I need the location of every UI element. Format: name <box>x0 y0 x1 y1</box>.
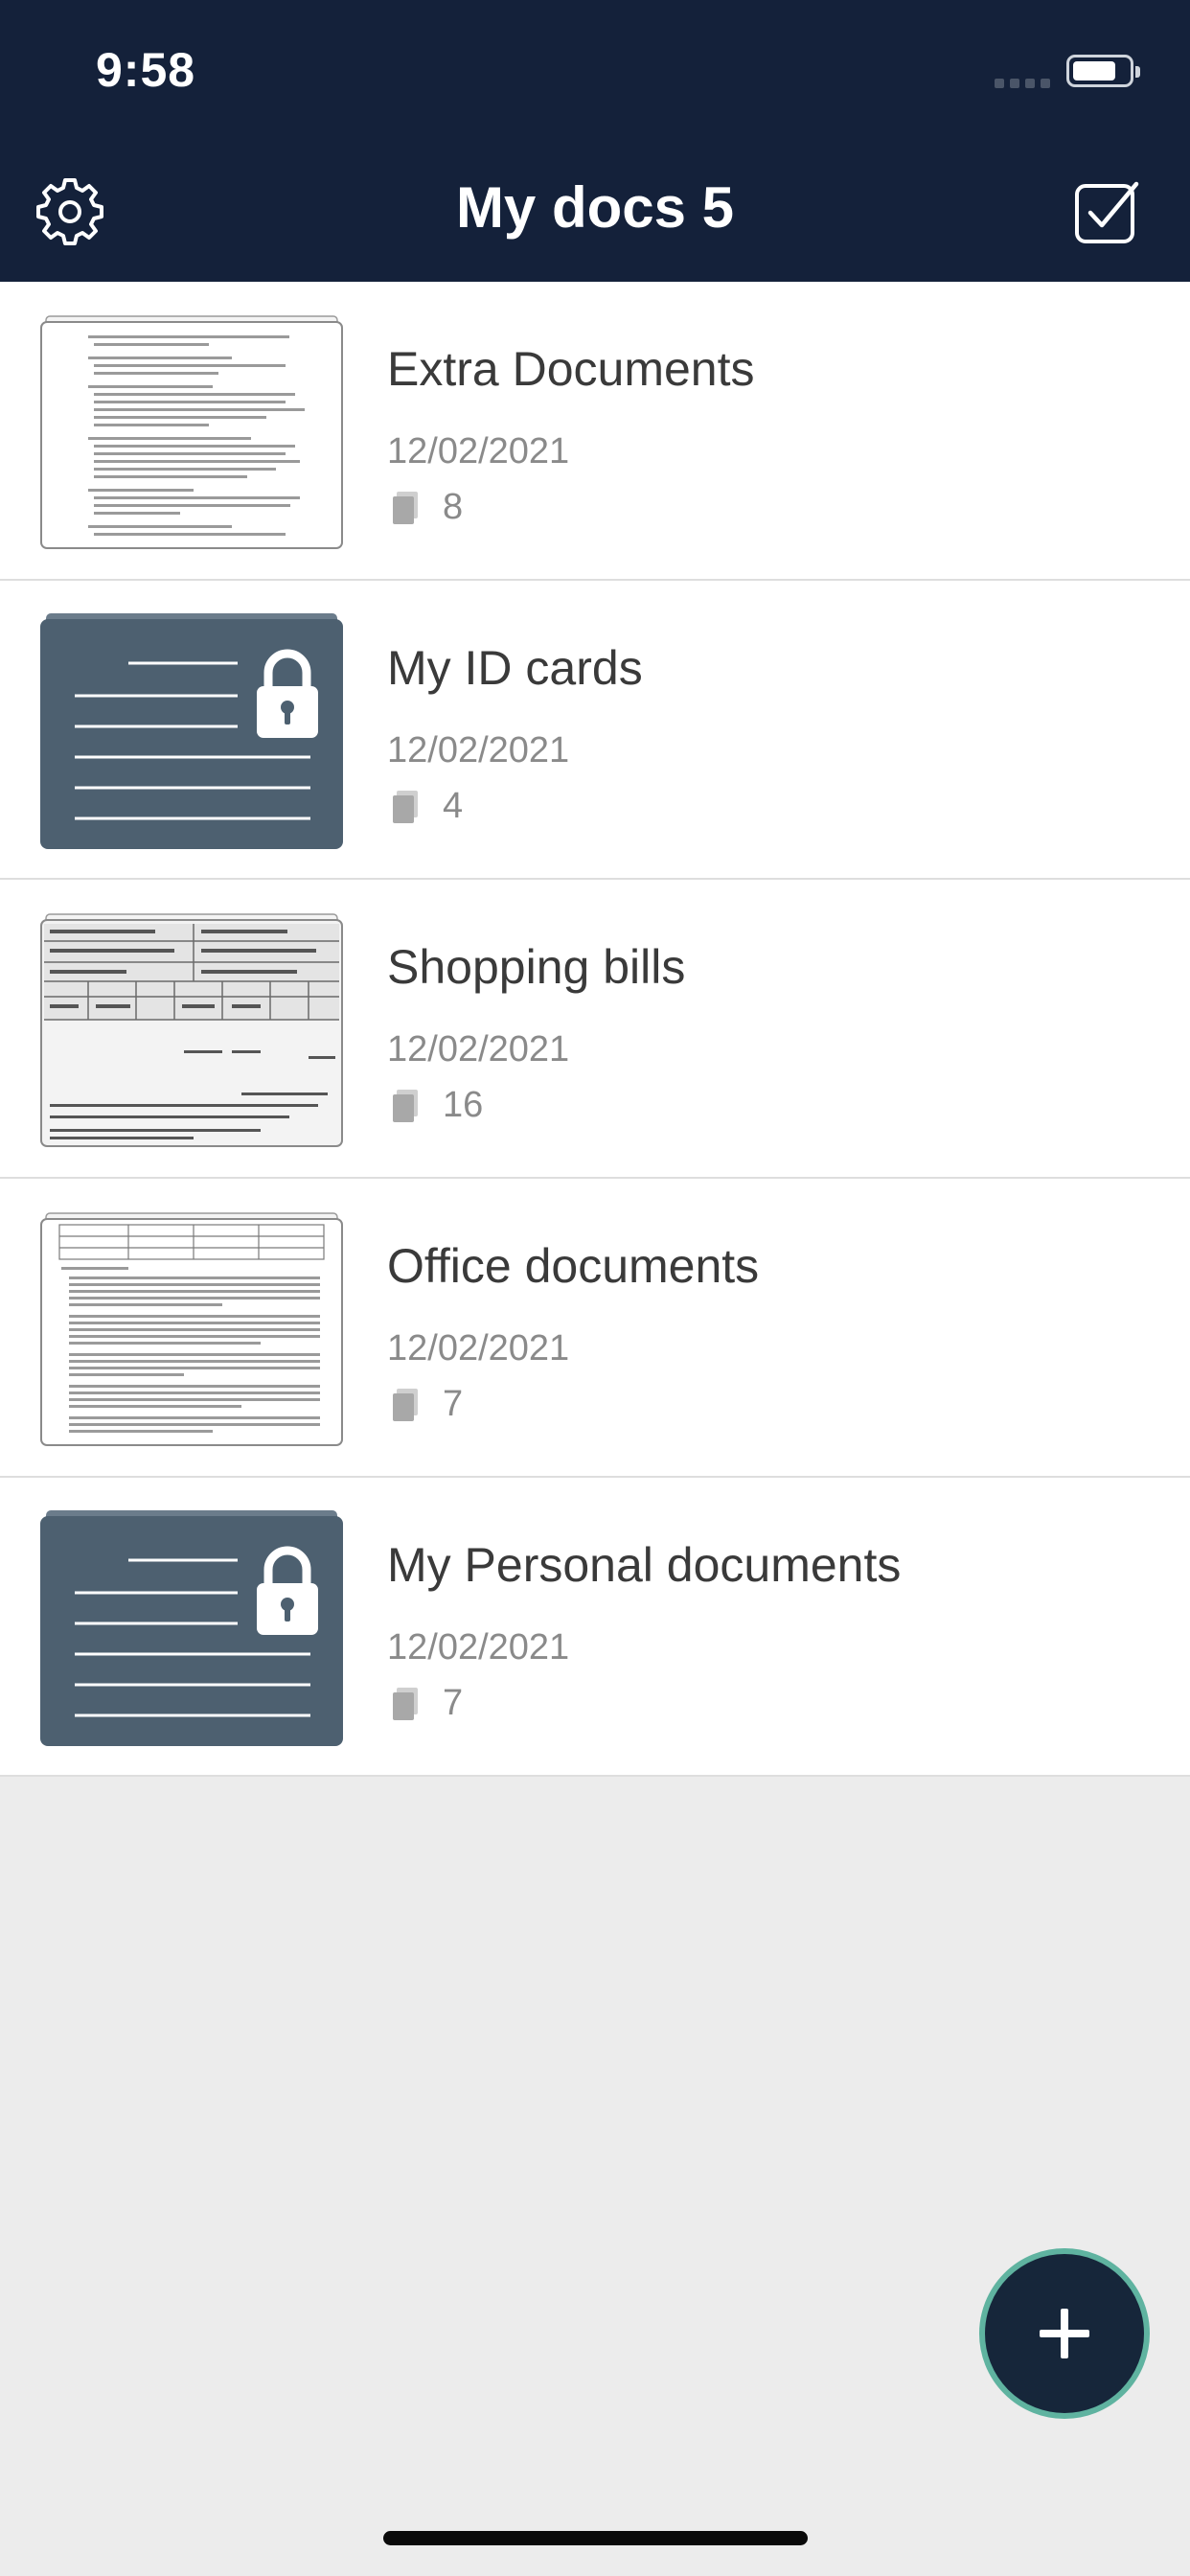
pages-icon <box>393 1687 418 1720</box>
pages-icon <box>393 790 418 823</box>
document-date: 12/02/2021 <box>387 1328 570 1368</box>
document-date: 12/02/2021 <box>387 1029 570 1070</box>
select-mode-button[interactable] <box>1073 178 1142 247</box>
page-count-value: 7 <box>443 1683 464 1723</box>
document-row-shopping-bills[interactable]: Shopping bills 12/02/2021 16 <box>0 880 1190 1179</box>
page-count: 4 <box>393 786 463 827</box>
document-thumbnail <box>40 315 343 549</box>
pages-icon <box>393 1388 418 1421</box>
page-count: 16 <box>393 1085 483 1126</box>
document-row-office-documents[interactable]: Office documents 12/02/2021 7 <box>0 1179 1190 1478</box>
home-indicator[interactable] <box>383 2531 808 2545</box>
add-document-button[interactable] <box>979 2248 1150 2419</box>
plus-icon <box>1040 2309 1089 2358</box>
cellular-signal-icon <box>995 79 1050 88</box>
document-title: Shopping bills <box>387 940 686 994</box>
page-count-value: 8 <box>443 487 464 527</box>
document-date: 12/02/2021 <box>387 730 570 770</box>
document-title: My Personal documents <box>387 1538 902 1592</box>
document-title: My ID cards <box>387 641 643 695</box>
document-title: Extra Documents <box>387 342 755 396</box>
document-row-my-personal-documents[interactable]: My Personal documents 12/02/2021 7 <box>0 1478 1190 1777</box>
document-row-my-id-cards[interactable]: My ID cards 12/02/2021 4 <box>0 581 1190 880</box>
pages-icon <box>393 1089 418 1122</box>
status-time: 9:58 <box>96 43 196 97</box>
page-count-value: 7 <box>443 1384 464 1424</box>
page-count-value: 4 <box>443 786 464 826</box>
document-row-extra-documents[interactable]: Extra Documents 12/02/2021 8 <box>0 282 1190 581</box>
pages-icon <box>393 491 418 524</box>
document-thumbnail <box>40 1212 343 1446</box>
page-count-value: 16 <box>443 1085 484 1125</box>
document-date: 12/02/2021 <box>387 1627 570 1668</box>
app-header: 9:58 My docs 5 <box>0 0 1190 282</box>
document-list: Extra Documents 12/02/2021 8 My ID cards… <box>0 282 1190 1777</box>
document-title: Office documents <box>387 1239 760 1293</box>
document-thumbnail <box>40 913 343 1147</box>
page-count: 7 <box>393 1683 463 1724</box>
locked-folder-thumbnail <box>40 613 343 849</box>
checkbox-checked-icon <box>1075 181 1139 243</box>
app-screen: 9:58 My docs 5 Extra Documents 12/02/202… <box>0 0 1190 2576</box>
page-count: 8 <box>393 487 463 528</box>
locked-folder-thumbnail <box>40 1510 343 1746</box>
document-date: 12/02/2021 <box>387 431 570 472</box>
page-title: My docs 5 <box>455 175 735 240</box>
page-count: 7 <box>393 1384 463 1425</box>
battery-icon <box>1066 55 1140 87</box>
